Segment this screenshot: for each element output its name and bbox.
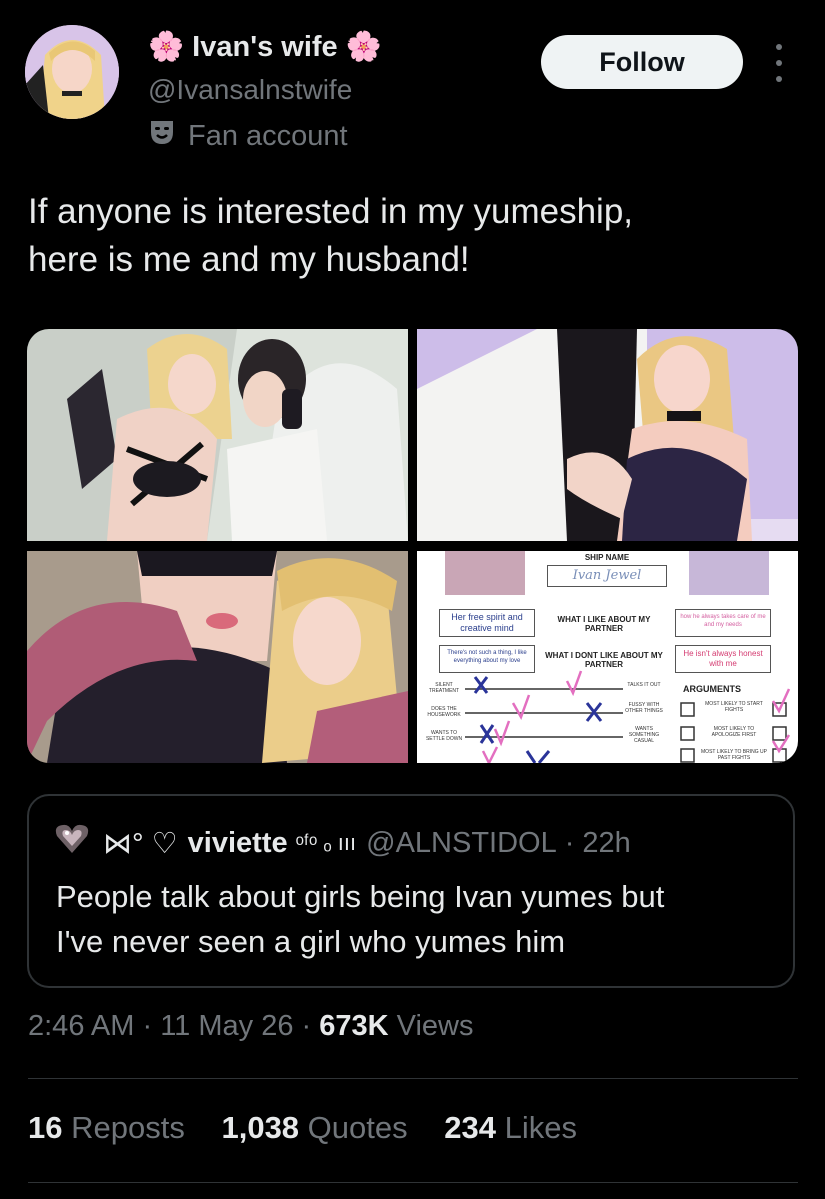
author-name[interactable]: 🌸 Ivan's wife 🌸	[148, 30, 382, 64]
quoted-time: 22h	[582, 826, 631, 859]
more-options-icon[interactable]	[769, 44, 789, 82]
media-grid: SHIP NAME Ivan Jewel Her free spirit and…	[27, 329, 798, 763]
tweet-text-line: If anyone is interested in my yumeship,	[28, 192, 634, 231]
quoted-text-line: People talk about girls being Ivan yumes…	[56, 879, 665, 914]
tweet-date[interactable]: 11 May 26	[160, 1010, 293, 1042]
avatar[interactable]	[25, 25, 119, 119]
quotes-stat[interactable]: 1,038 Quotes	[221, 1110, 416, 1145]
media-image-4[interactable]: SHIP NAME Ivan Jewel Her free spirit and…	[417, 551, 798, 763]
reposts-count: 16	[28, 1110, 63, 1145]
tweet-text: If anyone is interested in my yumeship, …	[28, 188, 798, 284]
flower-icon: 🌸	[148, 31, 185, 63]
dot-separator: ·	[564, 826, 575, 859]
views-count: 673K	[319, 1010, 389, 1042]
quoted-author-name: viviette	[187, 826, 288, 859]
heart-gem-icon	[55, 824, 89, 862]
account-label: Fan account	[148, 118, 348, 154]
quoted-author-handle: @ALNSTIDOL	[366, 826, 557, 859]
views-label: Views	[396, 1010, 474, 1042]
tweet-meta: 2:46 AM · 11 May 26 · 673K Views	[28, 1010, 473, 1043]
quotes-label: Quotes	[307, 1110, 408, 1145]
likes-label: Likes	[504, 1110, 577, 1145]
likes-stat[interactable]: 234 Likes	[444, 1110, 577, 1145]
media-image-2[interactable]	[417, 329, 798, 541]
engagement-stats: 16 Reposts 1,038 Quotes 234 Likes	[28, 1110, 605, 1146]
divider	[28, 1182, 798, 1183]
reposts-label: Reposts	[71, 1110, 185, 1145]
quoted-tweet-text: People talk about girls being Ivan yumes…	[56, 874, 776, 964]
follow-button[interactable]: Follow	[541, 35, 743, 89]
quoted-name-suffix: ᵒᶠᵒ ₒ ııı	[295, 830, 357, 855]
tweet-text-line: here is me and my husband!	[28, 240, 470, 279]
author-name-text: Ivan's wife	[192, 31, 338, 63]
divider	[28, 1078, 798, 1079]
dot-separator: ·	[142, 1010, 161, 1042]
quoted-tweet[interactable]: ⋈° ♡ viviette ᵒᶠᵒ ₒ ııı @ALNSTIDOL · 22h…	[27, 794, 795, 988]
quoted-text-line: I've never seen a girl who yumes him	[56, 924, 566, 959]
theater-mask-icon	[148, 118, 176, 154]
flower-icon: 🌸	[345, 31, 382, 63]
quoted-tweet-header: ⋈° ♡ viviette ᵒᶠᵒ ₒ ııı @ALNSTIDOL · 22h	[55, 824, 631, 862]
media-image-1[interactable]	[27, 329, 408, 541]
author-handle[interactable]: @Ivansalnstwife	[148, 74, 352, 106]
likes-count: 234	[444, 1110, 496, 1145]
quoted-name-prefix: ⋈° ♡	[103, 827, 178, 860]
reposts-stat[interactable]: 16 Reposts	[28, 1110, 193, 1145]
quotes-count: 1,038	[221, 1110, 300, 1145]
tweet-time[interactable]: 2:46 AM	[28, 1010, 134, 1042]
dot-separator: ·	[301, 1010, 320, 1042]
media-image-3[interactable]	[27, 551, 408, 763]
account-label-text: Fan account	[188, 119, 348, 152]
chart-marks	[465, 670, 791, 763]
